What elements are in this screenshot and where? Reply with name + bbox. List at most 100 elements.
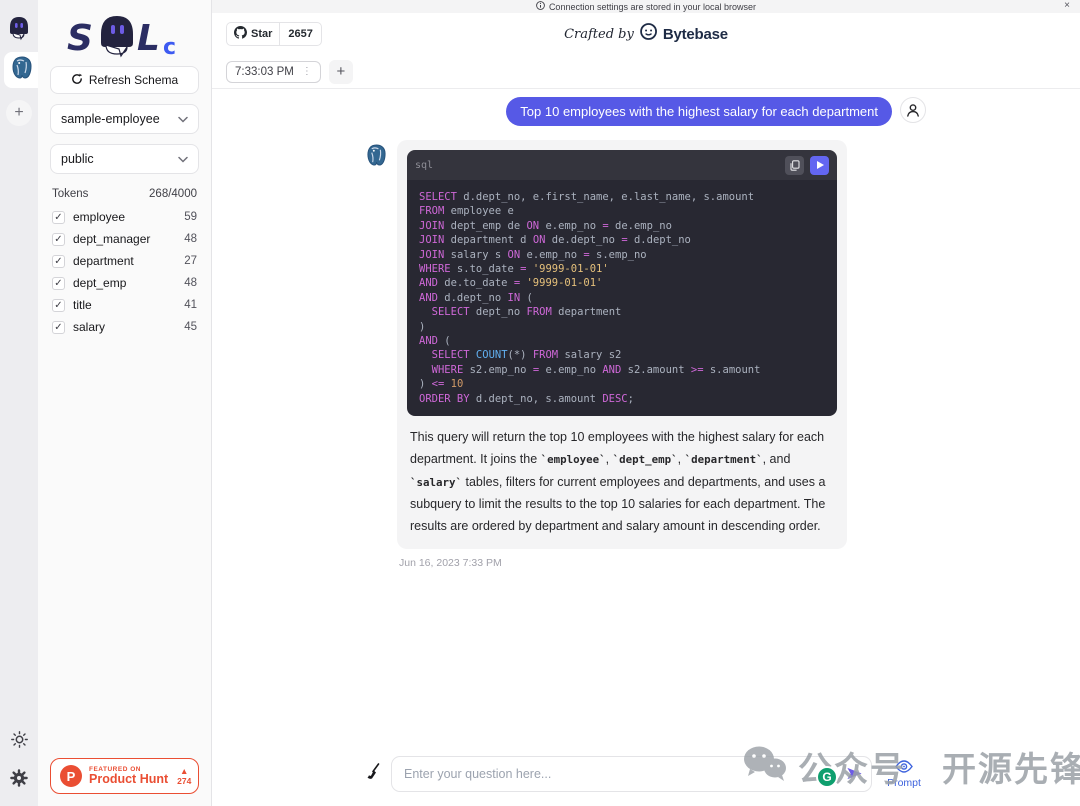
code-line: ORDER BY d.dept_no, s.amount DESC;	[419, 392, 825, 406]
banner-close-icon[interactable]: ×	[1064, 0, 1070, 11]
table-checkbox[interactable]: ✓	[52, 277, 65, 290]
code-line: WHERE s.to_date = '9999-01-01'	[419, 262, 825, 276]
conversation-tab-label: 7:33:03 PM	[235, 66, 294, 78]
connection-select[interactable]: sample-employee	[50, 104, 199, 134]
settings-gear-icon[interactable]	[10, 769, 28, 792]
table-row: ✓ employee 59	[50, 208, 199, 226]
prompt-eye-icon	[895, 760, 913, 776]
theme-toggle-sun-icon[interactable]	[11, 731, 28, 753]
rail-bottom	[10, 731, 28, 806]
table-name: employee	[73, 210, 184, 224]
refresh-icon	[71, 73, 83, 88]
table-row: ✓ dept_emp 48	[50, 274, 199, 292]
product-hunt-logo-icon: P	[60, 765, 82, 787]
tokens-row: Tokens 268/4000	[52, 188, 197, 200]
svg-text:L: L	[137, 18, 160, 58]
assistant-message-row: sql	[366, 140, 926, 569]
prompt-button[interactable]: Prompt	[882, 760, 926, 789]
code-block-body: SELECT d.dept_no, e.first_name, e.last_n…	[407, 180, 837, 416]
table-token-count: 45	[184, 321, 197, 333]
composer: Prompt	[212, 756, 1080, 806]
copy-code-button[interactable]	[785, 156, 804, 175]
code-line: AND (	[419, 334, 825, 348]
ph-name-label: Product Hunt	[89, 773, 168, 787]
connection-select-value: sample-employee	[61, 112, 160, 126]
upvote-count: 274	[177, 776, 191, 786]
code-line: )	[419, 320, 825, 334]
code-block-header: sql	[407, 150, 837, 180]
user-message-row: Top 10 employees with the highest salary…	[366, 97, 926, 126]
run-query-button[interactable]	[810, 156, 829, 175]
table-name: dept_emp	[73, 276, 184, 290]
table-name: title	[73, 298, 184, 312]
table-checkbox[interactable]: ✓	[52, 255, 65, 268]
table-checkbox[interactable]: ✓	[52, 211, 65, 224]
new-conversation-button[interactable]: +	[329, 60, 353, 84]
star-label: Star	[251, 28, 272, 40]
crafted-by-label: Crafted by	[564, 27, 634, 42]
info-icon	[536, 1, 545, 12]
bytebase-logo-icon	[640, 23, 657, 45]
banner-text: Connection settings are stored in your l…	[549, 2, 756, 12]
code-language-label: sql	[415, 160, 433, 171]
svg-text:c: c	[163, 35, 176, 58]
star-count: 2657	[279, 23, 320, 45]
chat-area: Top 10 employees with the highest salary…	[212, 89, 1080, 756]
crafted-by[interactable]: Crafted by Bytebase	[564, 23, 728, 45]
sql-code-block: sql	[407, 150, 837, 416]
conversation-tab-bar: 7:33:03 PM ⋮ +	[212, 55, 1080, 89]
github-star-badge[interactable]: Star 2657	[226, 22, 322, 46]
product-hunt-upvotes: ▲ 274	[177, 766, 191, 786]
clear-conversation-broom-icon[interactable]	[366, 763, 381, 785]
table-token-count: 41	[184, 299, 197, 311]
code-line: AND de.to_date = '9999-01-01'	[419, 276, 825, 290]
table-row: ✓ title 41	[50, 296, 199, 314]
tab-menu-icon[interactable]: ⋮	[302, 66, 312, 77]
chevron-down-icon	[178, 152, 188, 166]
message-timestamp: Jun 16, 2023 7:33 PM	[397, 557, 847, 569]
main-panel: Connection settings are stored in your l…	[212, 0, 1080, 806]
rail-add-connection-button[interactable]: +	[6, 100, 32, 126]
assistant-postgresql-avatar	[366, 144, 387, 172]
svg-text:S: S	[67, 18, 93, 58]
conversation-rail: +	[0, 0, 38, 806]
table-checkbox[interactable]: ✓	[52, 321, 65, 334]
refresh-schema-button[interactable]: Refresh Schema	[50, 66, 199, 94]
table-checkbox[interactable]: ✓	[52, 299, 65, 312]
table-list: ✓ employee 59 ✓ dept_manager 48 ✓ depart…	[50, 208, 199, 336]
code-line: ) <= 10	[419, 377, 825, 391]
table-row: ✓ department 27	[50, 252, 199, 270]
tokens-label: Tokens	[52, 188, 88, 200]
table-checkbox[interactable]: ✓	[52, 233, 65, 246]
table-token-count: 59	[184, 211, 197, 223]
play-icon	[817, 161, 824, 169]
schema-sidebar: S L c Refresh Schema sample-employee	[38, 0, 212, 806]
table-name: department	[73, 254, 184, 268]
product-hunt-text: FEATURED ON Product Hunt	[89, 766, 168, 787]
send-button[interactable]	[846, 765, 863, 787]
code-line: WHERE s2.emp_no = e.emp_no AND s2.amount…	[419, 363, 825, 377]
product-hunt-badge[interactable]: P FEATURED ON Product Hunt ▲ 274	[50, 758, 199, 794]
code-line: JOIN dept_emp de ON e.emp_no = de.emp_no	[419, 219, 825, 233]
conversation-tab[interactable]: 7:33:03 PM ⋮	[226, 61, 321, 83]
tokens-value: 268/4000	[149, 188, 197, 200]
assistant-explanation: This query will return the top 10 employ…	[407, 416, 837, 539]
code-line: FROM employee e	[419, 204, 825, 218]
prompt-label: Prompt	[887, 777, 921, 789]
schema-select[interactable]: public	[50, 144, 199, 174]
main-header: Star 2657 Crafted by Bytebase	[212, 13, 1080, 55]
connection-banner: Connection settings are stored in your l…	[212, 0, 1080, 13]
github-octocat-icon	[234, 26, 247, 42]
user-message-bubble: Top 10 employees with the highest salary…	[506, 97, 892, 126]
refresh-schema-label: Refresh Schema	[89, 73, 178, 87]
postgresql-icon	[11, 56, 33, 85]
code-line: JOIN salary s ON e.emp_no = s.emp_no	[419, 248, 825, 262]
schema-select-value: public	[61, 152, 94, 166]
upvote-icon: ▲	[180, 766, 188, 776]
rail-postgres-connection[interactable]	[4, 52, 40, 88]
user-avatar[interactable]	[900, 97, 926, 123]
question-input[interactable]	[391, 756, 872, 792]
code-line: AND d.dept_no IN (	[419, 291, 825, 305]
sql-chat-logo: S L c	[50, 6, 199, 58]
rail-bot-avatar[interactable]	[2, 12, 36, 48]
